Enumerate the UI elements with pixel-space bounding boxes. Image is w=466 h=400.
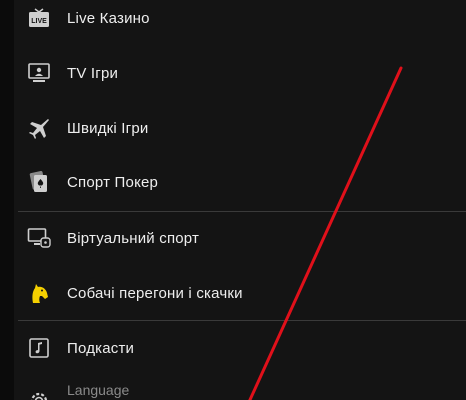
music-note-icon — [26, 335, 52, 361]
live-badge-text: LIVE — [31, 18, 47, 25]
playing-cards-icon — [26, 169, 52, 195]
menu-item-podcasts[interactable]: Подкасти — [14, 328, 466, 368]
menu-item-sport-poker[interactable]: Спорт Покер — [14, 162, 466, 202]
menu-item-virtual-sport[interactable]: Віртуальний спорт — [14, 218, 466, 258]
menu-item-live-casino[interactable]: LIVE Live Казино — [14, 0, 466, 38]
menu-item-tv-games[interactable]: TV Ігри — [14, 53, 466, 93]
airplane-icon — [26, 115, 52, 141]
divider-2 — [18, 320, 466, 321]
side-menu: LIVE Live Казино TV Ігри Швидкі Ігри Спо… — [14, 0, 466, 400]
menu-item-language[interactable]: Language — [14, 378, 466, 400]
presenter-screen-icon — [26, 60, 52, 86]
menu-item-dog-horse-racing[interactable]: Собачі перегони і скачки — [14, 273, 466, 313]
menu-label-podcasts: Подкасти — [67, 339, 135, 357]
gear-icon — [26, 388, 52, 400]
menu-label-fast-games: Швидкі Ігри — [67, 119, 149, 137]
monitor-gamepad-icon — [26, 225, 52, 251]
menu-label-virtual-sport: Віртуальний спорт — [67, 229, 200, 247]
left-edge-strip — [0, 0, 14, 400]
menu-label-tv-games: TV Ігри — [67, 64, 119, 82]
menu-label-live-casino: Live Казино — [67, 9, 150, 27]
menu-item-fast-games[interactable]: Швидкі Ігри — [14, 108, 466, 148]
live-tv-icon: LIVE — [26, 5, 52, 31]
menu-label-sport-poker: Спорт Покер — [67, 173, 159, 191]
menu-label-language: Language — [67, 382, 130, 398]
menu-label-dog-horse-racing: Собачі перегони і скачки — [67, 284, 243, 302]
horse-head-icon — [26, 280, 52, 306]
divider-1 — [18, 211, 466, 212]
mobile-menu-screen: LIVE Live Казино TV Ігри Швидкі Ігри Спо… — [0, 0, 466, 400]
